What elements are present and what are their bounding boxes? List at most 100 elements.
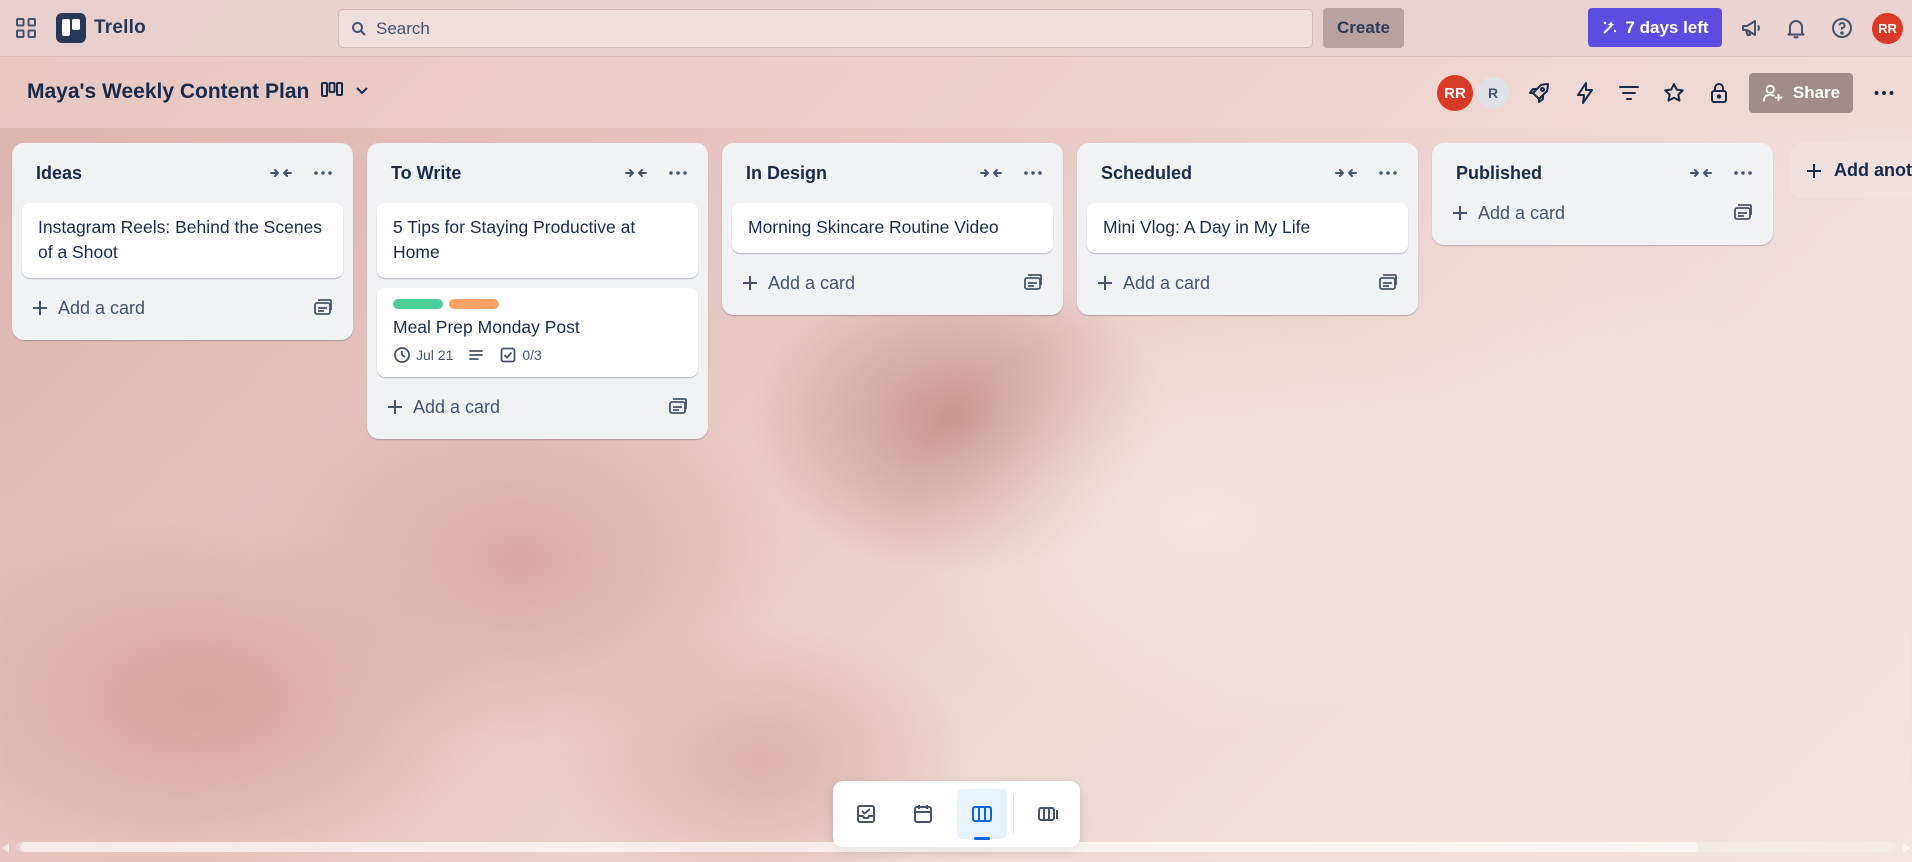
horizontal-scrollbar[interactable] <box>0 838 1912 856</box>
due-date-badge[interactable]: Jul 21 <box>393 346 453 364</box>
label-orange[interactable] <box>449 299 499 309</box>
add-person-icon <box>1762 82 1784 104</box>
card-badges: Jul 21 0/3 <box>393 346 682 364</box>
notifications-bell-icon[interactable] <box>1784 16 1808 40</box>
board-view-icon[interactable] <box>957 789 1007 839</box>
search-box[interactable] <box>338 9 1313 48</box>
list-title[interactable]: Ideas <box>36 163 82 184</box>
plus-icon <box>387 399 403 415</box>
add-card-label: Add a card <box>768 272 856 293</box>
app-name: Trello <box>94 17 146 38</box>
add-card-button[interactable]: Add a card <box>732 263 1002 303</box>
add-card-button[interactable]: Add a card <box>1442 193 1712 233</box>
checklist-count: 0/3 <box>522 347 542 363</box>
share-button[interactable]: Share <box>1749 73 1853 113</box>
star-icon[interactable] <box>1662 81 1686 105</box>
collapse-list-icon[interactable] <box>269 162 293 184</box>
add-card-row: Add a card <box>22 286 343 330</box>
add-card-row: Add a card <box>1087 261 1408 305</box>
description-icon <box>467 346 485 364</box>
list-actions-more-icon[interactable] <box>666 162 690 184</box>
collapse-list-icon[interactable] <box>979 162 1003 184</box>
create-button[interactable]: Create <box>1323 8 1404 48</box>
list-actions-more-icon[interactable] <box>1021 162 1045 184</box>
member-avatar[interactable]: R <box>1477 77 1509 109</box>
search-icon <box>351 21 367 37</box>
board-header: Maya's Weekly Content Plan RR R Share <box>0 57 1912 128</box>
inbox-tray-icon[interactable] <box>841 789 891 839</box>
list-in-design: In Design Morning Skincare Routine Video… <box>722 143 1063 315</box>
card[interactable]: Morning Skincare Routine Video <box>732 203 1053 253</box>
add-card-button[interactable]: Add a card <box>1087 263 1357 303</box>
card-title: Mini Vlog: A Day in My Life <box>1103 217 1311 237</box>
card-title: 5 Tips for Staying Productive at Home <box>393 217 636 262</box>
divider <box>1013 795 1014 833</box>
list-actions-more-icon[interactable] <box>311 162 335 184</box>
plus-icon <box>1097 275 1113 291</box>
board-title[interactable]: Maya's Weekly Content Plan <box>27 80 309 104</box>
member-avatar[interactable]: RR <box>1437 75 1473 111</box>
add-card-button[interactable]: Add a card <box>377 387 647 427</box>
trello-logo[interactable]: Trello <box>56 13 146 43</box>
plus-icon <box>32 300 48 316</box>
checklist-badge: 0/3 <box>499 346 542 364</box>
create-from-template-icon[interactable] <box>1378 273 1398 293</box>
switch-boards-icon[interactable] <box>1023 789 1073 839</box>
list-scheduled: Scheduled Mini Vlog: A Day in My Life Ad… <box>1077 143 1418 315</box>
list-actions-more-icon[interactable] <box>1731 162 1755 184</box>
card-title: Instagram Reels: Behind the Scenes of a … <box>38 217 323 262</box>
power-ups-rocket-icon[interactable] <box>1527 81 1551 105</box>
visibility-lock-icon[interactable] <box>1707 81 1731 105</box>
filter-icon[interactable] <box>1617 81 1641 105</box>
checkbox-icon <box>499 346 517 364</box>
card[interactable]: Meal Prep Monday Post Jul 21 0/3 <box>377 288 698 377</box>
add-list-button[interactable]: Add another list <box>1790 143 1912 198</box>
card[interactable]: Mini Vlog: A Day in My Life <box>1087 203 1408 253</box>
board-members: RR R <box>1437 75 1509 111</box>
list-title[interactable]: In Design <box>746 163 827 184</box>
list-title[interactable]: Published <box>1456 163 1542 184</box>
add-card-row: Add a card <box>732 261 1053 305</box>
label-green[interactable] <box>393 299 443 309</box>
trial-button[interactable]: 7 days left <box>1588 8 1722 47</box>
user-avatar[interactable]: RR <box>1872 13 1903 44</box>
search-input[interactable] <box>376 18 1276 39</box>
board-menu-more-icon[interactable] <box>1872 81 1896 105</box>
list-published: Published Add a card <box>1432 143 1773 245</box>
add-list-label: Add another list <box>1834 160 1912 180</box>
card[interactable]: Instagram Reels: Behind the Scenes of a … <box>22 203 343 278</box>
list-actions-more-icon[interactable] <box>1376 162 1400 184</box>
clock-icon <box>393 346 411 364</box>
create-from-template-icon[interactable] <box>1733 203 1753 223</box>
collapse-list-icon[interactable] <box>1689 162 1713 184</box>
card[interactable]: 5 Tips for Staying Productive at Home <box>377 203 698 278</box>
trial-label: 7 days left <box>1625 17 1709 37</box>
create-from-template-icon[interactable] <box>1023 273 1043 293</box>
automation-lightning-icon[interactable] <box>1573 81 1597 105</box>
card-title: Morning Skincare Routine Video <box>748 217 999 237</box>
collapse-list-icon[interactable] <box>624 162 648 184</box>
plus-icon <box>742 275 758 291</box>
megaphone-icon[interactable] <box>1739 16 1763 40</box>
card-labels <box>393 299 682 309</box>
help-icon[interactable] <box>1830 16 1854 40</box>
add-card-label: Add a card <box>58 297 146 318</box>
list-header: Ideas <box>22 143 343 203</box>
scroll-left-arrow-icon[interactable] <box>2 843 9 853</box>
collapse-list-icon[interactable] <box>1334 162 1358 184</box>
app-switcher-icon[interactable] <box>14 16 38 40</box>
add-card-row: Add a card <box>377 385 698 429</box>
list-to-write: To Write 5 Tips for Staying Productive a… <box>367 143 708 439</box>
create-from-template-icon[interactable] <box>668 397 688 417</box>
list-title[interactable]: Scheduled <box>1101 163 1192 184</box>
sparkle-icon <box>1601 20 1617 36</box>
add-card-button[interactable]: Add a card <box>22 288 292 328</box>
create-from-template-icon[interactable] <box>313 298 333 318</box>
scroll-thumb[interactable] <box>20 842 1698 852</box>
board-view-icon <box>320 80 344 100</box>
planner-calendar-icon[interactable] <box>898 789 948 839</box>
board-view-switcher[interactable] <box>320 80 370 100</box>
share-label: Share <box>1792 83 1841 102</box>
list-title[interactable]: To Write <box>391 163 461 184</box>
scroll-right-arrow-icon[interactable] <box>1903 843 1910 853</box>
